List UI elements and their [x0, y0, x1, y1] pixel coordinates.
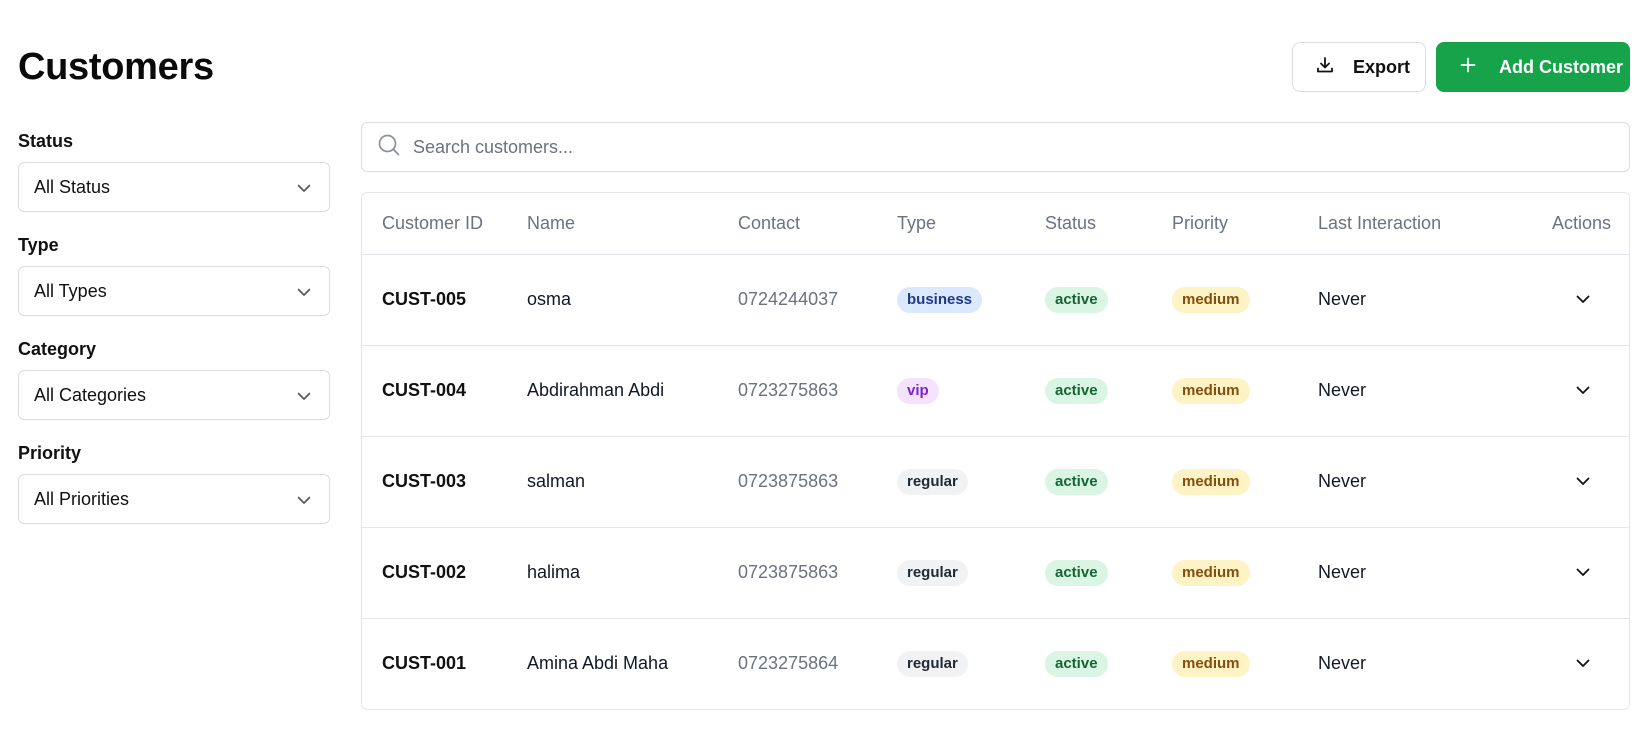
row-expand-button[interactable]	[1571, 379, 1595, 403]
customer-contact-cell: 0723875863	[738, 562, 839, 582]
chevron-down-icon	[1576, 477, 1590, 485]
customer-id-cell: CUST-005	[382, 289, 467, 309]
table-row: CUST-003 salman 0723875863 regular activ…	[362, 436, 1629, 527]
header-actions: Export Add Customer	[1292, 42, 1630, 92]
priority-select-value: All Priorities	[34, 488, 130, 509]
table-row: CUST-005 osma 0724244037 business active…	[362, 254, 1629, 345]
category-select[interactable]: All Categories	[18, 370, 330, 420]
chevron-down-icon	[297, 177, 311, 198]
priority-badge: medium	[1172, 559, 1250, 586]
last-interaction-cell: Never	[1318, 653, 1367, 674]
search-bar	[361, 122, 1630, 172]
filter-priority-label: Priority	[18, 443, 82, 463]
row-expand-button[interactable]	[1571, 288, 1595, 312]
filter-status-label: Status	[18, 131, 74, 151]
priority-badge: medium	[1172, 286, 1250, 313]
chevron-down-icon	[1576, 568, 1590, 576]
filter-priority: Priority All Priorities	[18, 440, 330, 524]
customer-id-cell: CUST-004	[382, 380, 467, 400]
type-badge: regular	[897, 468, 968, 495]
column-header-last-interaction: Last Interaction	[1318, 193, 1528, 255]
type-badge: vip	[897, 377, 939, 404]
column-header-customer-id: Customer ID	[362, 193, 527, 255]
chevron-down-icon	[297, 489, 311, 510]
export-button[interactable]: Export	[1292, 42, 1426, 92]
status-badge: active	[1045, 377, 1108, 404]
customers-table: Customer ID Name Contact Type Status Pri…	[361, 192, 1630, 710]
column-header-actions: Actions	[1528, 193, 1629, 255]
add-customer-button-label: Add Customer	[1499, 56, 1624, 77]
customer-id-cell: CUST-002	[382, 562, 467, 582]
table-row: CUST-004 Abdirahman Abdi 0723275863 vip …	[362, 345, 1629, 436]
plus-icon	[1459, 56, 1477, 79]
status-badge: active	[1045, 650, 1108, 677]
customer-name-cell: salman	[527, 471, 586, 491]
column-header-status: Status	[1045, 193, 1172, 255]
filters-sidebar: Status All Status Type All Types Categor…	[18, 128, 330, 544]
customer-contact-cell: 0724244037	[738, 289, 839, 309]
row-expand-button[interactable]	[1571, 470, 1595, 494]
customer-id-cell: CUST-001	[382, 653, 467, 674]
column-header-contact: Contact	[738, 193, 897, 255]
type-select-value: All Types	[34, 280, 107, 301]
customer-id-cell: CUST-003	[382, 471, 467, 491]
customer-contact-cell: 0723275863	[738, 380, 839, 400]
export-button-label: Export	[1353, 56, 1411, 77]
customer-name-cell: osma	[527, 289, 572, 309]
category-select-value: All Categories	[34, 384, 147, 405]
chevron-down-icon	[1576, 386, 1590, 394]
status-badge: active	[1045, 468, 1108, 495]
column-header-type: Type	[897, 193, 1045, 255]
type-badge: regular	[897, 650, 968, 677]
chevron-down-icon	[297, 385, 311, 406]
page-title: Customers	[18, 46, 214, 88]
chevron-down-icon	[1576, 659, 1590, 668]
type-select[interactable]: All Types	[18, 266, 330, 316]
table-row: CUST-002 halima 0723875863 regular activ…	[362, 527, 1629, 618]
priority-badge: medium	[1172, 468, 1250, 495]
table-row: CUST-001 Amina Abdi Maha 0723275864 regu…	[362, 618, 1629, 709]
filter-type: Type All Types	[18, 232, 330, 316]
filter-type-label: Type	[18, 235, 59, 255]
customer-contact-cell: 0723875863	[738, 471, 839, 491]
table-header-row: Customer ID Name Contact Type Status Pri…	[362, 193, 1629, 255]
chevron-down-icon	[1576, 295, 1590, 303]
status-badge: active	[1045, 286, 1108, 313]
column-header-priority: Priority	[1172, 193, 1318, 255]
last-interaction-cell: Never	[1318, 289, 1367, 309]
customer-contact-cell: 0723275864	[738, 653, 839, 674]
priority-select[interactable]: All Priorities	[18, 474, 330, 524]
customer-name-cell: Amina Abdi Maha	[527, 653, 669, 674]
customer-name-cell: Abdirahman Abdi	[527, 380, 665, 400]
type-badge: business	[897, 286, 983, 313]
last-interaction-cell: Never	[1318, 380, 1367, 400]
priority-badge: medium	[1172, 650, 1250, 677]
type-badge: regular	[897, 559, 968, 586]
search-input[interactable]	[413, 136, 1629, 158]
status-badge: active	[1045, 559, 1108, 586]
filter-status: Status All Status	[18, 128, 330, 212]
row-expand-button[interactable]	[1571, 652, 1595, 676]
search-icon	[377, 133, 401, 162]
filter-category: Category All Categories	[18, 336, 330, 420]
filter-category-label: Category	[18, 339, 97, 359]
row-expand-button[interactable]	[1571, 561, 1595, 585]
customer-name-cell: halima	[527, 562, 581, 582]
customers-page: Customers Export Add Customer Status All…	[0, 0, 1648, 736]
priority-badge: medium	[1172, 377, 1250, 404]
status-select-value: All Status	[34, 176, 111, 197]
column-header-name: Name	[527, 193, 738, 255]
download-icon	[1315, 55, 1335, 80]
add-customer-button[interactable]: Add Customer	[1436, 42, 1630, 92]
last-interaction-cell: Never	[1318, 471, 1367, 491]
status-select[interactable]: All Status	[18, 162, 330, 212]
chevron-down-icon	[297, 281, 311, 302]
last-interaction-cell: Never	[1318, 562, 1367, 582]
